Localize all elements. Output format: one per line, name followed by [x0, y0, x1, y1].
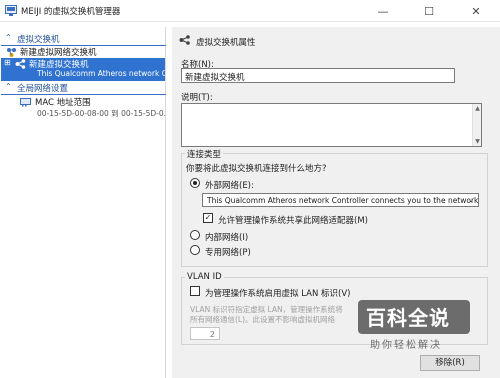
- private-network-label: 专用网络(P): [205, 248, 251, 258]
- vlan-enable-label: 为管理操作系统启用虚拟 LAN 标识(V): [205, 289, 351, 299]
- tree-item-subtitle: This Qualcomm Atheros network C...: [37, 69, 165, 78]
- tree-item-new-virtual-switch[interactable]: 新建虚拟网络交换机: [1, 46, 165, 58]
- tree-item-mac-range[interactable]: MAC 地址范围 00-15-5D-00-08-00 到 00-15-5D-0.…: [1, 96, 165, 120]
- section-label: 虚拟交换机: [17, 35, 60, 45]
- tree-item-virtual-switch[interactable]: ⊞ 新建虚拟交换机 This Qualcomm Atheros network …: [1, 58, 165, 81]
- remove-button[interactable]: 移除(R): [420, 355, 480, 371]
- maximize-button[interactable]: ☐: [406, 0, 452, 22]
- chevron-down-icon: ⌄: [468, 196, 474, 204]
- scroll-down-icon[interactable]: ▼: [473, 137, 482, 146]
- internal-network-label: 内部网络(I): [205, 233, 249, 243]
- properties-header: 虚拟交换机属性: [172, 27, 500, 51]
- notes-scrollbar[interactable]: ▲ ▼: [472, 104, 481, 146]
- switch-manager-icon: [5, 5, 17, 16]
- collapse-chevron-icon[interactable]: ⌃: [5, 33, 12, 42]
- external-network-radio[interactable]: [190, 178, 200, 188]
- notes-textarea[interactable]: ▲ ▼: [181, 103, 482, 147]
- section-label: 全局网络设置: [17, 84, 69, 94]
- network-card-icon: [20, 98, 31, 107]
- tree-item-label: 新建虚拟网络交换机: [20, 48, 97, 58]
- external-network-label: 外部网络(E):: [205, 181, 254, 191]
- title-bar: MEIJI 的虚拟交换机管理器 — ☐ ✕: [0, 0, 500, 22]
- tree-item-subtitle: 00-15-5D-00-08-00 到 00-15-5D-0...: [37, 109, 165, 118]
- network-switch-icon: [15, 59, 26, 69]
- connection-type-title: 连接类型: [185, 148, 224, 160]
- allow-management-os-label: 允许管理操作系统共享此网络适配器(M): [218, 216, 368, 226]
- network-adapter-dropdown[interactable]: This Qualcomm Atheros network Controller…: [202, 193, 479, 207]
- properties-title: 虚拟交换机属性: [196, 38, 256, 48]
- private-network-radio[interactable]: [190, 245, 200, 255]
- tree-item-label: MAC 地址范围: [35, 98, 91, 108]
- network-switch-icon: [179, 35, 190, 45]
- vlan-description-line2: 所有网络通信(L)。此设置不影响虚拟机网络: [190, 315, 336, 324]
- vlan-title: VLAN ID: [185, 272, 224, 282]
- scroll-up-icon[interactable]: ▲: [473, 104, 482, 113]
- expand-icon[interactable]: ⊞: [4, 58, 11, 67]
- watermark-subtitle: 助你轻松解决: [370, 340, 442, 351]
- watermark-title: 百科全说: [366, 306, 450, 330]
- vlan-enable-checkbox[interactable]: [190, 286, 200, 296]
- notes-label: 说明(T):: [181, 93, 213, 103]
- connection-question: 你要将此虚拟交换机连接到什么地方?: [186, 164, 327, 174]
- new-switch-icon: [7, 48, 16, 57]
- section-virtual-switches[interactable]: ⌃ 虚拟交换机: [1, 33, 165, 45]
- dropdown-value: This Qualcomm Atheros network Controller…: [207, 196, 479, 205]
- window-title: MEIJI 的虚拟交换机管理器: [21, 7, 121, 17]
- internal-network-radio[interactable]: [190, 230, 200, 240]
- close-button[interactable]: ✕: [452, 0, 500, 22]
- section-global-network-settings[interactable]: ⌃ 全局网络设置: [1, 82, 165, 94]
- tree-pane: ⌃ 虚拟交换机 新建虚拟网络交换机 ⊞ 新建虚拟交换机 This Qualcom…: [1, 27, 166, 378]
- minimize-button[interactable]: —: [360, 0, 406, 22]
- section-divider: [1, 94, 166, 95]
- vlan-id-input[interactable]: 2: [190, 327, 220, 340]
- switch-name-input[interactable]: 新建虚拟交换机: [181, 68, 455, 83]
- allow-management-os-checkbox[interactable]: ✓: [203, 213, 213, 223]
- collapse-chevron-icon[interactable]: ⌃: [5, 82, 12, 91]
- watermark-logo: 百科全说: [358, 300, 470, 334]
